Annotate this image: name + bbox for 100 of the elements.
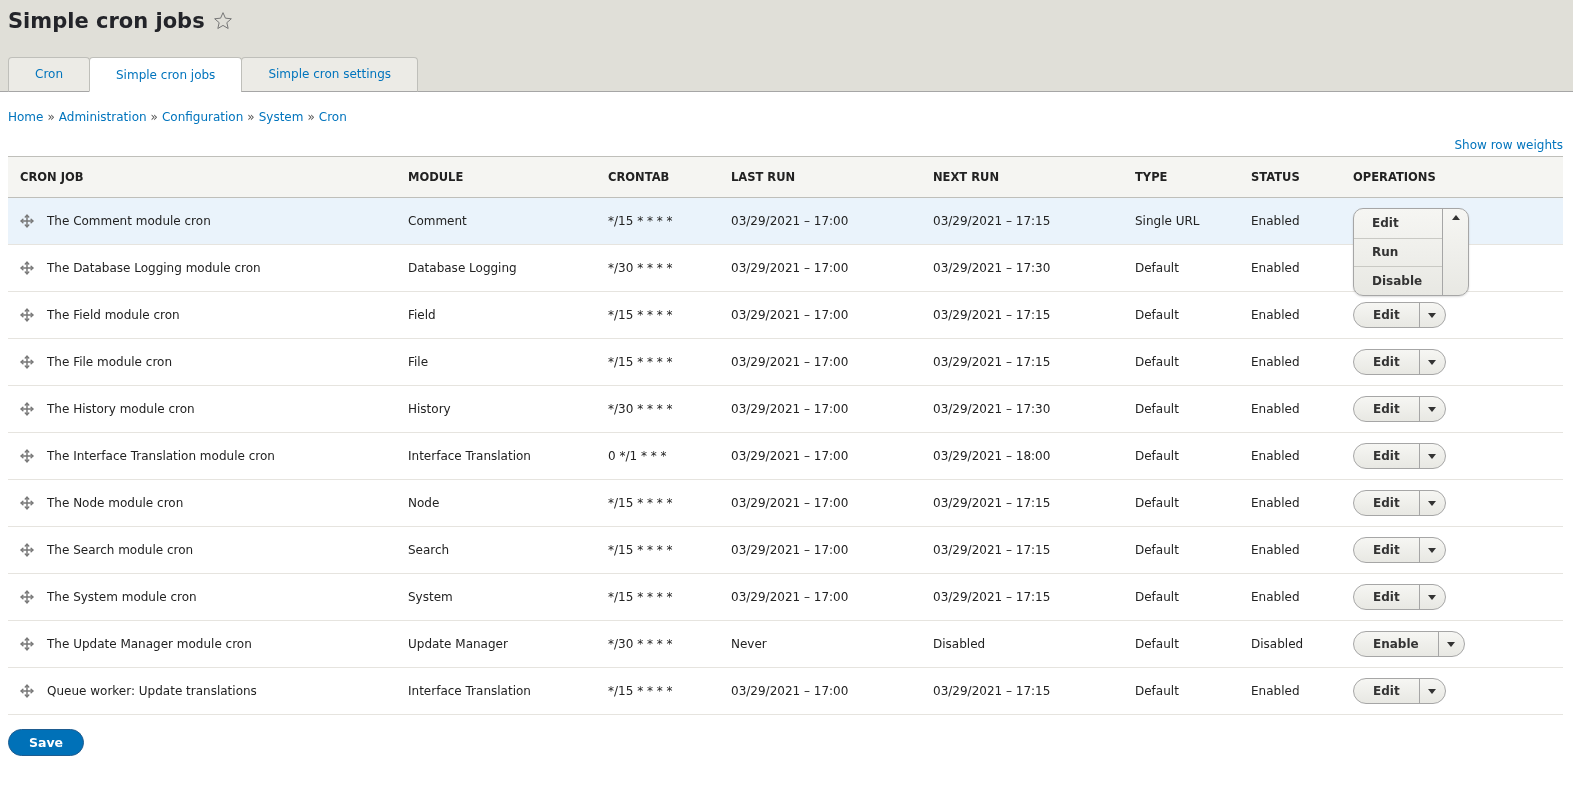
tab[interactable]: Simple cron settings (241, 57, 419, 92)
caret-icon (1428, 453, 1437, 459)
drag-handle-icon[interactable] (20, 402, 34, 416)
drag-handle-icon[interactable] (20, 214, 34, 228)
breadcrumb-link[interactable]: Cron (318, 110, 347, 124)
operation-button[interactable]: Edit (1354, 397, 1419, 421)
status-cell-text: Enabled (1251, 590, 1301, 604)
breadcrumb-separator: » (150, 110, 158, 124)
cron-job-cell: The Database Logging module cron (47, 261, 261, 275)
type-cell-text: Default (1135, 684, 1180, 698)
next-run-cell-text: 03/29/2021 – 17:15 (933, 543, 1052, 557)
breadcrumb-separator: » (47, 110, 55, 124)
crontab-cell-text: */30 * * * * (608, 637, 674, 651)
drag-handle-icon[interactable] (20, 590, 34, 604)
drag-handle-icon[interactable] (20, 261, 34, 275)
star-icon[interactable] (212, 11, 233, 31)
type-cell-text: Default (1135, 449, 1180, 463)
column-header: MODULE (408, 170, 465, 184)
next-run-cell-text: 03/29/2021 – 17:30 (933, 402, 1052, 416)
operation-button[interactable]: Enable (1354, 632, 1438, 656)
cron-job-cell: The Search module cron (47, 543, 194, 557)
operation-button[interactable]: Edit (1354, 538, 1419, 562)
last-run-cell-text: Never (731, 637, 768, 651)
caret-icon (1428, 359, 1437, 365)
next-run-cell-text: 03/29/2021 – 17:15 (933, 496, 1052, 510)
operation-button[interactable]: Edit (1354, 444, 1419, 468)
drag-handle-icon[interactable] (20, 449, 34, 463)
column-header: CRON JOB (20, 170, 85, 184)
next-run-cell-text: 03/29/2021 – 17:15 (933, 684, 1052, 698)
module-cell-text: System (408, 590, 454, 604)
module-cell-text: Node (408, 496, 441, 510)
breadcrumb-link[interactable]: Home (8, 110, 44, 124)
tab[interactable]: Cron (8, 57, 90, 92)
status-cell-text: Enabled (1251, 214, 1301, 228)
last-run-cell-text: 03/29/2021 – 17:00 (731, 496, 850, 510)
show-row-weights-link[interactable]: Show row weights (1454, 138, 1563, 152)
crontab-cell-text: */15 * * * * (608, 355, 674, 369)
cron-job-cell: The Field module cron (47, 308, 180, 322)
caret-icon (1447, 641, 1456, 647)
module-cell-text: Database Logging (408, 261, 518, 275)
type-cell-text: Default (1135, 261, 1180, 275)
last-run-cell-text: 03/29/2021 – 17:00 (731, 402, 850, 416)
status-cell-text: Enabled (1251, 496, 1301, 510)
status-cell-text: Enabled (1251, 449, 1301, 463)
status-cell-text: Enabled (1251, 543, 1301, 557)
breadcrumb-link[interactable]: Configuration (161, 110, 244, 124)
module-cell-text: History (408, 402, 452, 416)
cron-job-cell: The System module cron (47, 590, 197, 604)
drag-handle-icon[interactable] (20, 543, 34, 557)
type-cell-text: Single URL (1135, 214, 1201, 228)
menu-item[interactable]: Run (1354, 237, 1442, 266)
breadcrumb-separator: » (307, 110, 315, 124)
breadcrumb-link[interactable]: Administration (58, 110, 147, 124)
module-cell-text: Update Manager (408, 637, 509, 651)
last-run-cell-text: 03/29/2021 – 17:00 (731, 308, 850, 322)
edit-button[interactable]: Edit (1354, 209, 1442, 238)
type-cell-text: Default (1135, 402, 1180, 416)
caret-icon (1428, 500, 1437, 506)
operation-button[interactable]: Edit (1354, 679, 1419, 703)
crontab-cell-text: */15 * * * * (608, 590, 674, 604)
last-run-cell-text: 03/29/2021 – 17:00 (731, 355, 850, 369)
column-header: NEXT RUN (933, 170, 1000, 184)
next-run-cell-text: 03/29/2021 – 17:15 (933, 308, 1052, 322)
caret-icon (1428, 688, 1437, 694)
drag-handle-icon[interactable] (20, 355, 34, 369)
drag-handle-icon[interactable] (20, 684, 34, 698)
type-cell-text: Default (1135, 308, 1180, 322)
cron-job-cell: The History module cron (47, 402, 195, 416)
last-run-cell-text: 03/29/2021 – 17:00 (731, 543, 850, 557)
status-cell-text: Enabled (1251, 261, 1301, 275)
column-header: TYPE (1135, 170, 1169, 184)
next-run-cell-text: 03/29/2021 – 18:00 (933, 449, 1052, 463)
operation-button[interactable]: Edit (1354, 491, 1419, 515)
breadcrumb-link[interactable]: System (258, 110, 304, 124)
last-run-cell-text: 03/29/2021 – 17:00 (731, 214, 850, 228)
operation-button[interactable]: Edit (1354, 350, 1419, 374)
caret-icon (1428, 312, 1437, 318)
status-cell-text: Enabled (1251, 308, 1301, 322)
breadcrumb-separator: » (247, 110, 255, 124)
module-cell-text: Interface Translation (408, 449, 532, 463)
caret-icon (1451, 215, 1460, 220)
type-cell-text: Default (1135, 590, 1180, 604)
cron-job-cell: The Update Manager module cron (47, 637, 252, 651)
drag-handle-icon[interactable] (20, 637, 34, 651)
crontab-cell-text: */15 * * * * (608, 684, 674, 698)
status-cell-text: Enabled (1251, 402, 1301, 416)
drag-handle-icon[interactable] (20, 496, 34, 510)
tab[interactable]: Simple cron jobs (89, 57, 243, 92)
last-run-cell-text: 03/29/2021 – 17:00 (731, 590, 850, 604)
next-run-cell-text: 03/29/2021 – 17:15 (933, 355, 1052, 369)
last-run-cell-text: 03/29/2021 – 17:00 (731, 449, 850, 463)
crontab-cell-text: */15 * * * * (608, 214, 674, 228)
page-title: Simple cron jobs (8, 9, 205, 33)
save-button[interactable]: Save (8, 729, 85, 756)
type-cell-text: Default (1135, 355, 1180, 369)
operation-button[interactable]: Edit (1354, 585, 1419, 609)
drag-handle-icon[interactable] (20, 308, 34, 322)
caret-icon (1428, 594, 1437, 600)
operation-button[interactable]: Edit (1354, 303, 1419, 327)
column-header: OPERATIONS (1353, 170, 1437, 184)
